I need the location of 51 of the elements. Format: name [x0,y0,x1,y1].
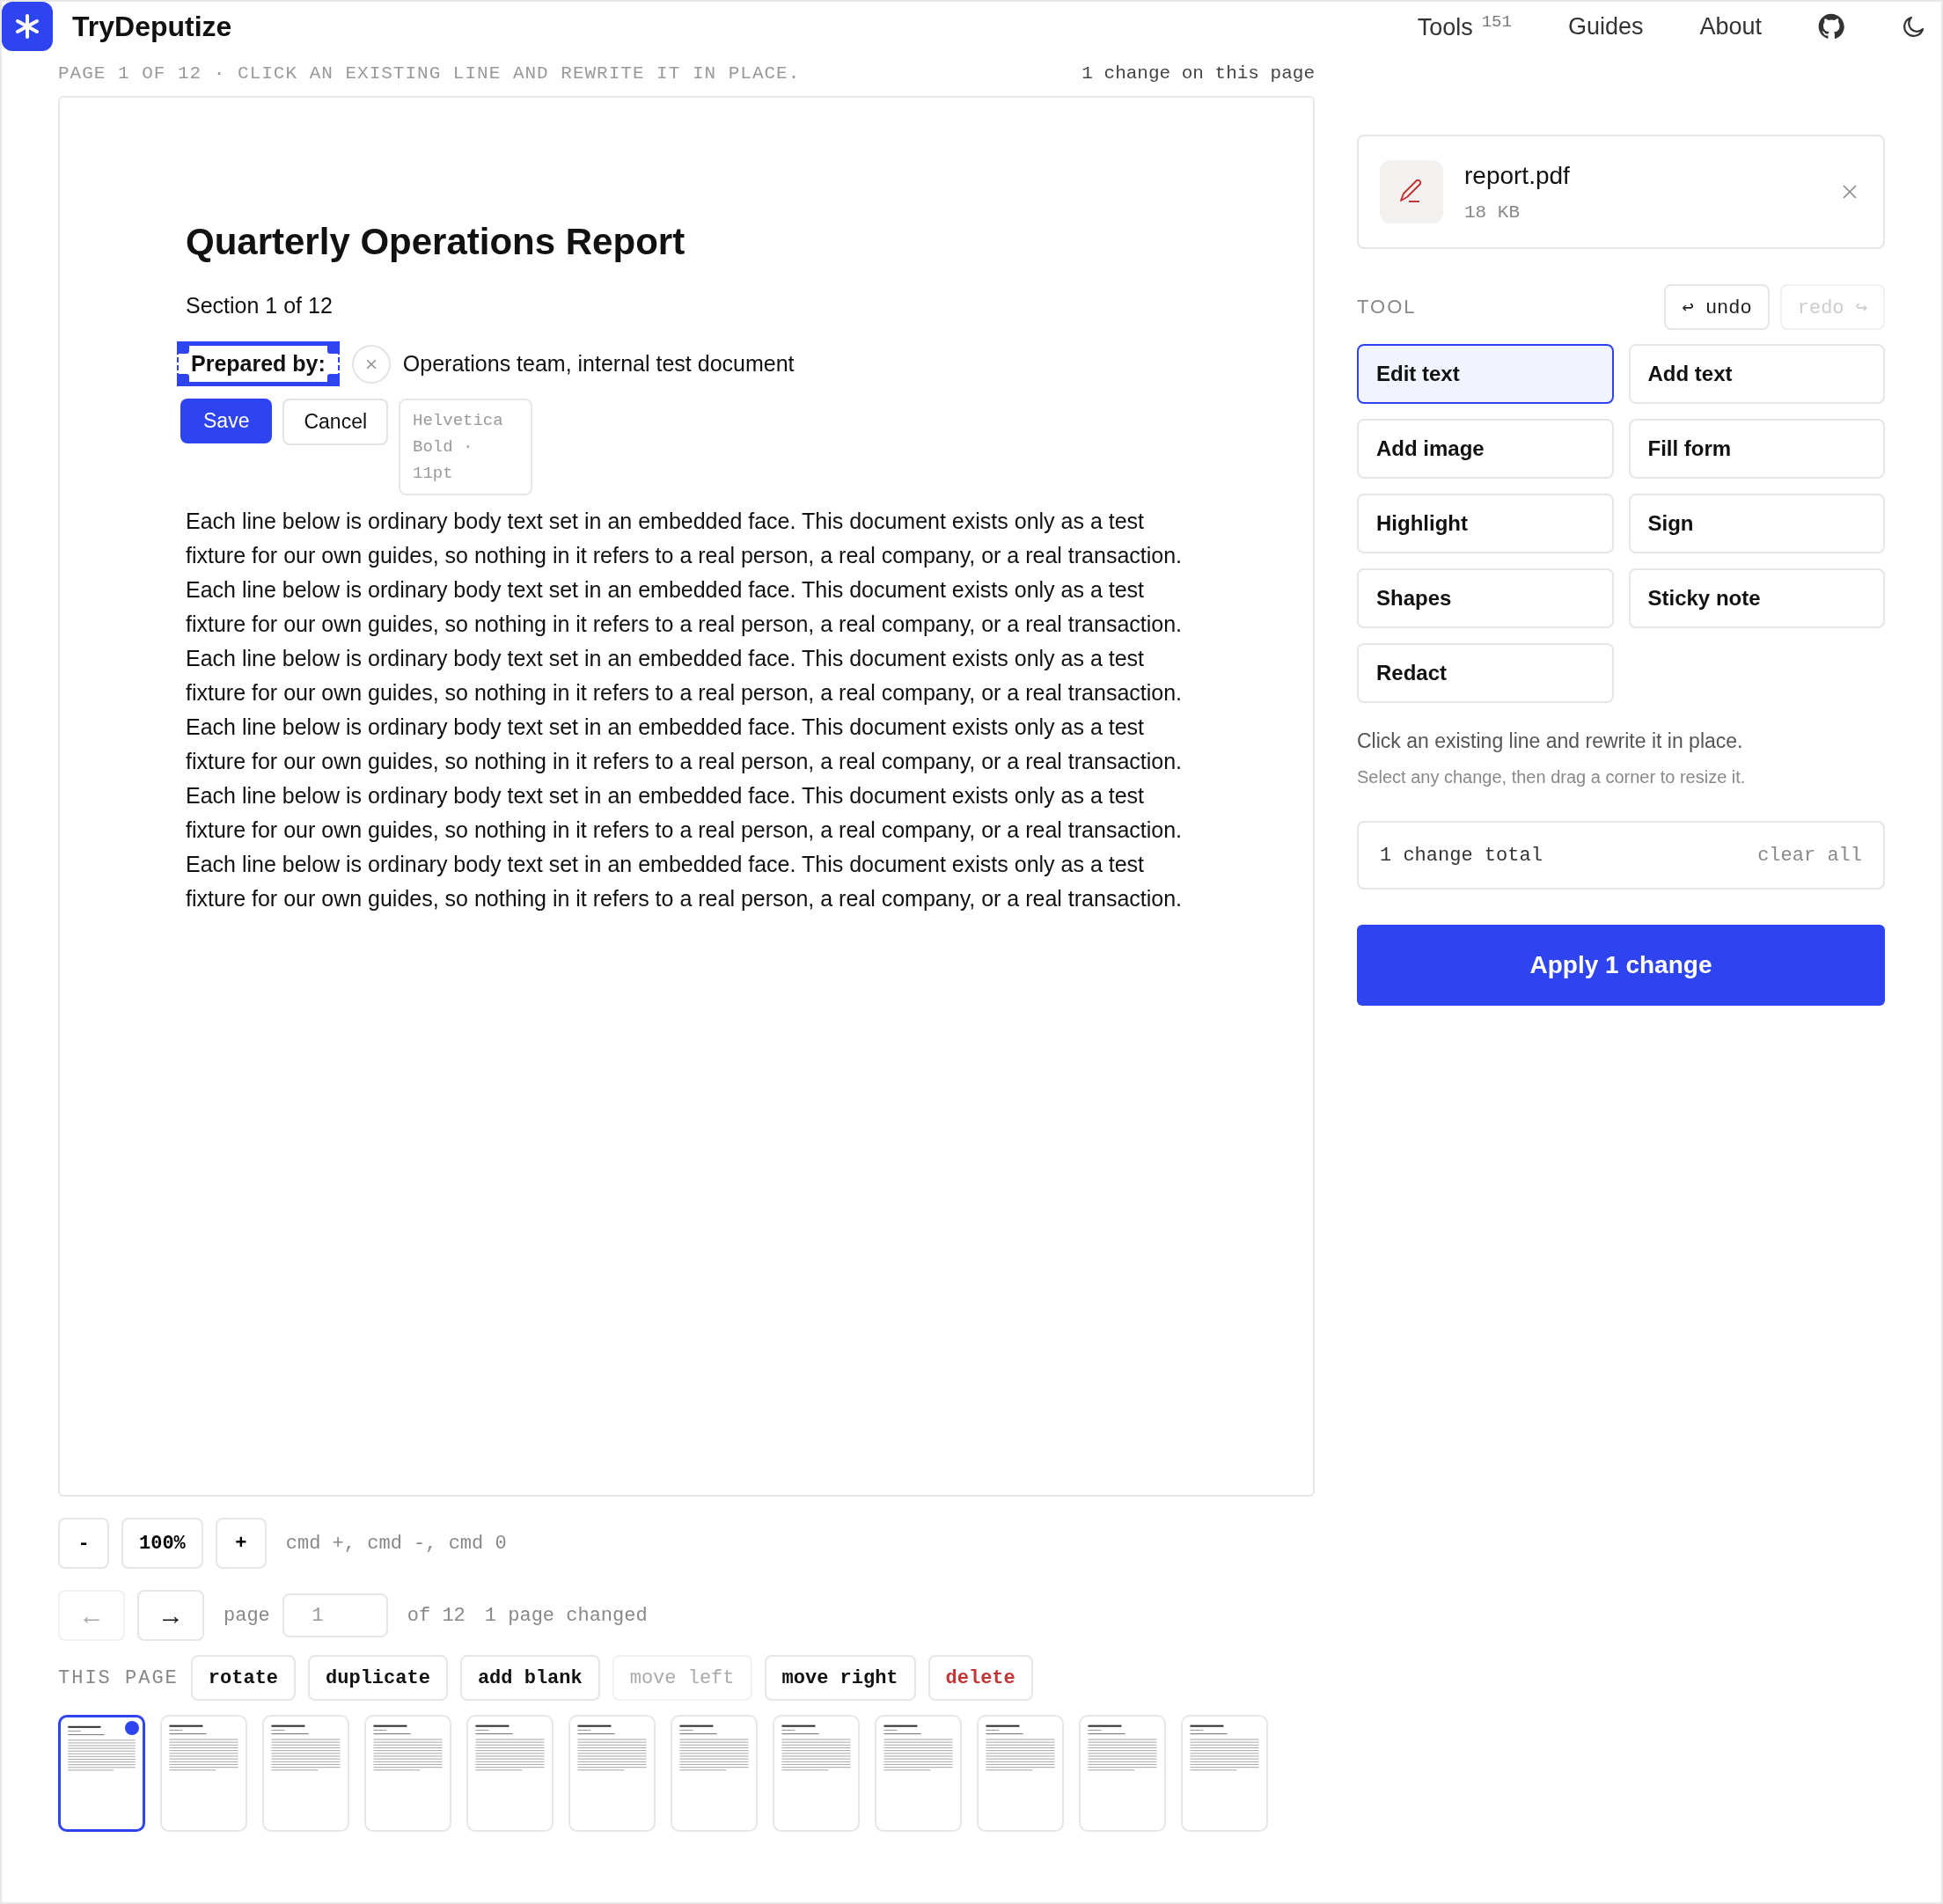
page-label: page [224,1604,270,1627]
document-line: Operations team, internal test document [402,351,795,377]
undo-button[interactable]: ↩ undo [1664,284,1770,330]
page-total: of 12 [407,1604,466,1627]
selected-text-box[interactable]: Prepared by: [177,341,340,386]
zoom-level-button[interactable]: 100% [121,1518,203,1569]
tool-button[interactable]: Sticky note [1628,568,1885,628]
zoom-out-button[interactable]: - [58,1518,109,1569]
shortcut-hint: cmd +, cmd -, cmd 0 [285,1532,507,1555]
page-change-count: 1 change on this page [1081,63,1315,84]
zoom-in-button[interactable]: + [215,1518,267,1569]
pencil-icon [1380,160,1443,223]
close-icon[interactable] [1841,183,1859,201]
tool-button[interactable]: Shapes [1357,568,1614,628]
document-subtitle: Section 1 of 12 [186,293,334,319]
cancel-button[interactable]: Cancel [282,399,389,445]
tool-label: TOOL [1357,296,1417,319]
document-paragraph: Each line below is ordinary body text set in an embedded face. This document exists only as a test fixture for our own guides, so nothing in it refers to a real person, a real company, or a real transaction. Each line below is ordinary body text set in an embedded face. This document exists only as a test fixture for our own guides, so nothing in it refers to a real person, a real company, or a real transaction. Each line below is ordinary body text set in an embedded face. This document exists only as a test fixture for our own guides, so nothing in it refers to a real person, a real company, or a real transaction. Each line below is ordinary body text set in an embedded face. This document exists only as a test fixture for our own guides, so nothing in it refers to a real person, a real company, or a real transaction. Each line below is ordinary body text set in an embedded face. This document exists only as a test fixture for our own guides, so nothing in it refers to a real person, a real company, or a real transaction. Each line below is ordinary body text set in an embedded face. This document exists only as a test fixture for our own guides, so nothing in it refers to a real person, a real company, or a real transaction. [186,508,1184,912]
document-title: Quarterly Operations Report [186,221,686,263]
font-info-tooltip: Helvetica Bold · 11pt [399,399,533,495]
arrow-button[interactable]: → [137,1590,204,1641]
tool-button[interactable]: Fill form [1628,419,1885,479]
brand-name[interactable]: TryDeputize [72,10,232,43]
page-action-button[interactable]: duplicate [308,1655,448,1701]
github-icon[interactable] [1818,13,1844,40]
page-action-button[interactable]: add blank [459,1655,600,1701]
tool-button[interactable]: Sign [1628,494,1885,553]
this-page-label: THIS PAGE [58,1666,179,1689]
file-name: report.pdf [1464,161,1571,190]
nav-link[interactable]: Tools $^{151}$ [1417,11,1512,41]
close-icon [365,358,377,370]
page-action-button[interactable]: rotate [190,1655,297,1701]
tool-button[interactable]: Add image [1357,419,1614,479]
file-size: 18 KB [1464,201,1521,223]
tool-button[interactable]: Redact [1357,643,1614,703]
tool-hint: Click an existing line and rewrite it in place. [1357,729,1744,753]
tool-subhint: Select any change, then drag a corner to resize it. [1357,767,1747,787]
tool-button[interactable]: Highlight [1357,494,1614,553]
change-total: 1 change total [1380,844,1543,867]
clear-all-button[interactable]: clear all [1757,844,1862,867]
nav-link[interactable]: About [1699,12,1762,40]
page-action-button[interactable]: move right [764,1655,916,1701]
save-button[interactable]: Save [180,399,273,443]
apply-button[interactable]: Apply 1 change [1357,925,1885,1006]
page-action-button[interactable]: delete [928,1655,1033,1701]
tool-button[interactable]: Edit text [1357,344,1614,404]
nav-link[interactable]: Guides [1567,12,1644,40]
tool-button[interactable]: Add text [1628,344,1885,404]
page-status-text: PAGE 1 OF 12 · CLICK AN EXISTING LINE AND REWRITE IT IN PLACE. [58,63,801,84]
page-thumbnail[interactable] [58,1715,145,1832]
pages-changed-text: 1 page changed [484,1604,648,1627]
